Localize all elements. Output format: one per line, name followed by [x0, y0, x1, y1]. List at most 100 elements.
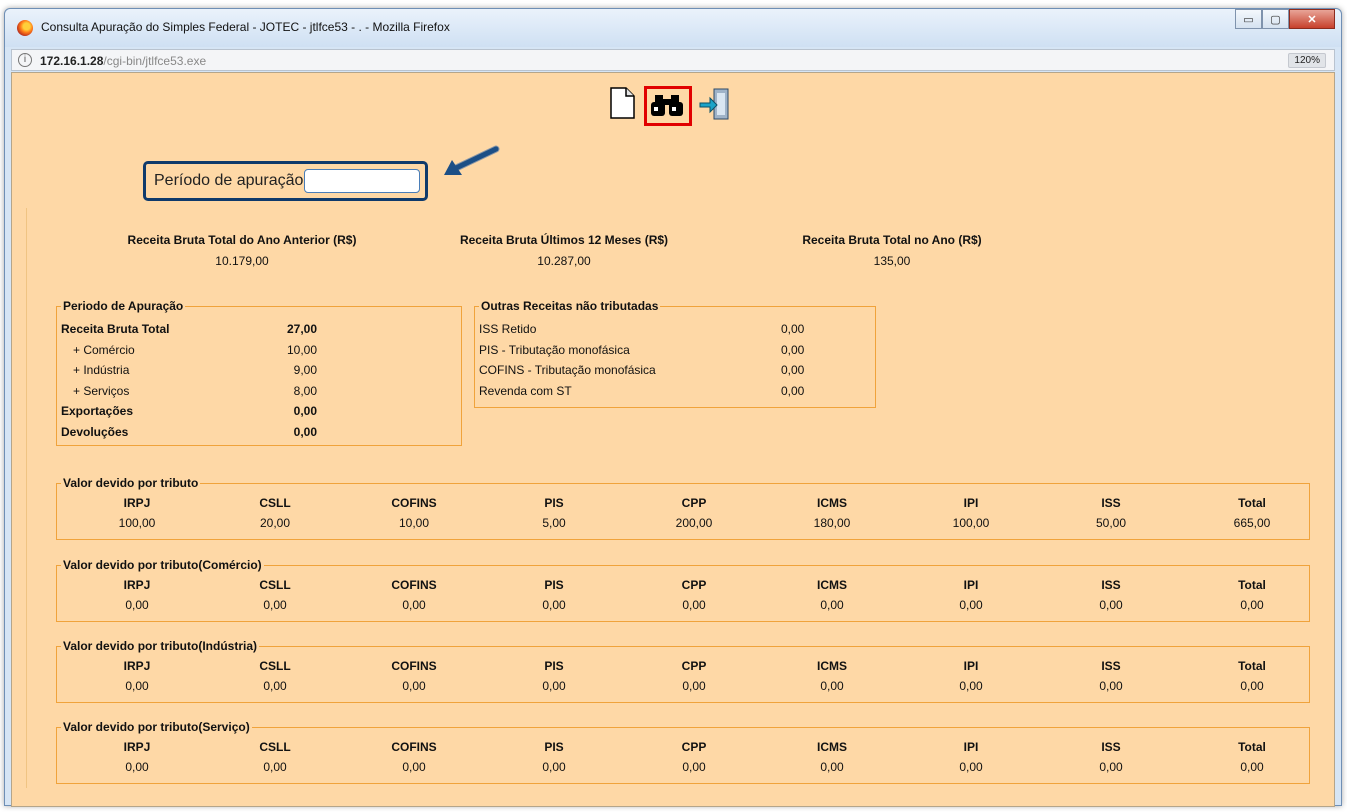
tributo-header: IPI	[963, 659, 979, 673]
tributo-header: IRPJ	[123, 659, 151, 673]
tributo-value: 0,00	[959, 760, 983, 774]
tributo-header: CSLL	[259, 578, 291, 592]
binoculars-search-icon	[651, 95, 683, 116]
browser-window: Consulta Apuração do Simples Federal - J…	[4, 8, 1342, 807]
tributo-value: 100,00	[118, 516, 156, 530]
tributo-header: IRPJ	[123, 578, 151, 592]
outras-receitas-row-value: 0,00	[781, 342, 805, 357]
tributo-value: 0,00	[542, 679, 566, 693]
new-document-icon[interactable]	[609, 87, 635, 119]
tributo-value: 0,00	[959, 598, 983, 612]
tributo-header: CPP	[681, 578, 707, 592]
tributo-header: CPP	[681, 740, 707, 754]
exit-door-icon[interactable]	[698, 87, 732, 121]
url-text[interactable]: 172.16.1.28/cgi-bin/jtlfce53.exe	[40, 54, 206, 68]
tributo-header: ISS	[1101, 740, 1121, 754]
tributo-value: 0,00	[820, 598, 844, 612]
window-controls: ▭ ▢ ✕	[1235, 9, 1335, 29]
tributo-value: 0,00	[1099, 679, 1123, 693]
address-bar[interactable]: i 172.16.1.28/cgi-bin/jtlfce53.exe 120%	[11, 49, 1335, 71]
minimize-button[interactable]: ▭	[1235, 9, 1262, 29]
tributo-header: IRPJ	[123, 740, 151, 754]
periodo-row-label: Exportações	[61, 404, 134, 418]
tributo-header: CSLL	[259, 659, 291, 673]
receita-ano-label: Receita Bruta Total no Ano (R$)	[802, 233, 982, 247]
tributo-value: 0,00	[542, 598, 566, 612]
tributo-header: IPI	[963, 496, 979, 510]
receita-anterior-label: Receita Bruta Total do Ano Anterior (R$)	[127, 233, 357, 247]
tributo-value: 0,00	[682, 679, 706, 693]
tributo-value: 20,00	[259, 516, 291, 530]
tributo-value: 0,00	[402, 760, 426, 774]
tributo-header: ISS	[1101, 659, 1121, 673]
site-info-icon[interactable]: i	[18, 53, 32, 67]
outras-receitas-row-label: COFINS - Tributação monofásica	[479, 363, 656, 377]
periodo-row-label: + Comércio	[73, 342, 135, 357]
tributo-section-title: Valor devido por tributo(Serviço)	[61, 720, 252, 734]
tributo-value: 0,00	[1240, 598, 1264, 612]
outras-receitas-title: Outras Receitas não tributadas	[479, 299, 661, 313]
tributo-value: 0,00	[959, 679, 983, 693]
tributo-value: 50,00	[1095, 516, 1127, 530]
tributo-header: CSLL	[259, 496, 291, 510]
periodo-row-value: 9,00	[293, 363, 317, 377]
tributo-value: 0,00	[820, 760, 844, 774]
tributo-value: 10,00	[398, 516, 430, 530]
periodo-row-label: + Indústria	[73, 363, 130, 377]
periodo-input[interactable]	[304, 169, 420, 193]
tributo-value: 0,00	[263, 679, 287, 693]
outras-receitas-row-value: 0,00	[781, 363, 805, 377]
tributo-value: 0,00	[682, 760, 706, 774]
periodo-row-value: 8,00	[293, 383, 317, 398]
periodo-row-label: Devoluções	[61, 424, 129, 439]
periodo-row-label: + Serviços	[73, 383, 130, 398]
close-button[interactable]: ✕	[1289, 9, 1335, 29]
search-button[interactable]	[644, 86, 692, 126]
tributo-section-title: Valor devido por tributo	[61, 476, 201, 490]
arrow-pointer-icon	[444, 145, 500, 175]
tributo-value: 0,00	[263, 598, 287, 612]
maximize-button[interactable]: ▢	[1262, 9, 1289, 29]
url-host: 172.16.1.28	[40, 54, 104, 68]
tributo-value: 200,00	[675, 516, 713, 530]
periodo-label: Período de apuração	[154, 172, 304, 189]
receita-12-meses-value: 10.287,00	[537, 254, 591, 268]
tributo-header: CPP	[681, 496, 707, 510]
periodo-row-value: 0,00	[293, 404, 317, 418]
tributo-value: 0,00	[820, 679, 844, 693]
tributo-header: Total	[1238, 578, 1266, 592]
tributo-value: 0,00	[1240, 679, 1264, 693]
tributo-header: CSLL	[259, 740, 291, 754]
outras-receitas-row-value: 0,00	[781, 383, 805, 398]
tributo-value: 0,00	[1240, 760, 1264, 774]
tributo-section-title: Valor devido por tributo(Comércio)	[61, 558, 264, 572]
tributo-header: Total	[1238, 659, 1266, 673]
tributo-header: COFINS	[391, 740, 437, 754]
tributo-header: COFINS	[391, 578, 437, 592]
tributo-header: COFINS	[391, 659, 437, 673]
tributo-section: Valor devido por tributo(Indústria) IRPJ 0…	[56, 639, 1310, 703]
tributo-value: 0,00	[402, 598, 426, 612]
tributo-header: ISS	[1101, 496, 1121, 510]
tributo-header: PIS	[544, 740, 564, 754]
tributo-header: CPP	[681, 659, 707, 673]
tributo-value: 0,00	[125, 598, 149, 612]
page-content: Período de apuração Receita Bruta Total …	[11, 72, 1335, 807]
zoom-level[interactable]: 120%	[1288, 53, 1326, 68]
tributo-value: 0,00	[1099, 598, 1123, 612]
tributo-value: 665,00	[1233, 516, 1271, 530]
tributo-header: ICMS	[817, 496, 847, 510]
tributo-header: PIS	[544, 496, 564, 510]
tributo-section: Valor devido por tributo(Serviço) IRPJ 0,0…	[56, 720, 1310, 784]
outras-receitas-row-label: PIS - Tributação monofásica	[479, 342, 630, 357]
periodo-row-value: 10,00	[286, 342, 317, 357]
firefox-icon	[17, 20, 33, 36]
tributo-header: ICMS	[817, 578, 847, 592]
tributo-header: ICMS	[817, 740, 847, 754]
periodo-row-label: Receita Bruta Total	[61, 322, 170, 336]
tributo-header: ICMS	[817, 659, 847, 673]
tributo-value: 0,00	[542, 760, 566, 774]
tributo-header: ISS	[1101, 578, 1121, 592]
tributo-value: 0,00	[682, 598, 706, 612]
periodo-apuracao-filter: Período de apuração	[143, 161, 428, 201]
